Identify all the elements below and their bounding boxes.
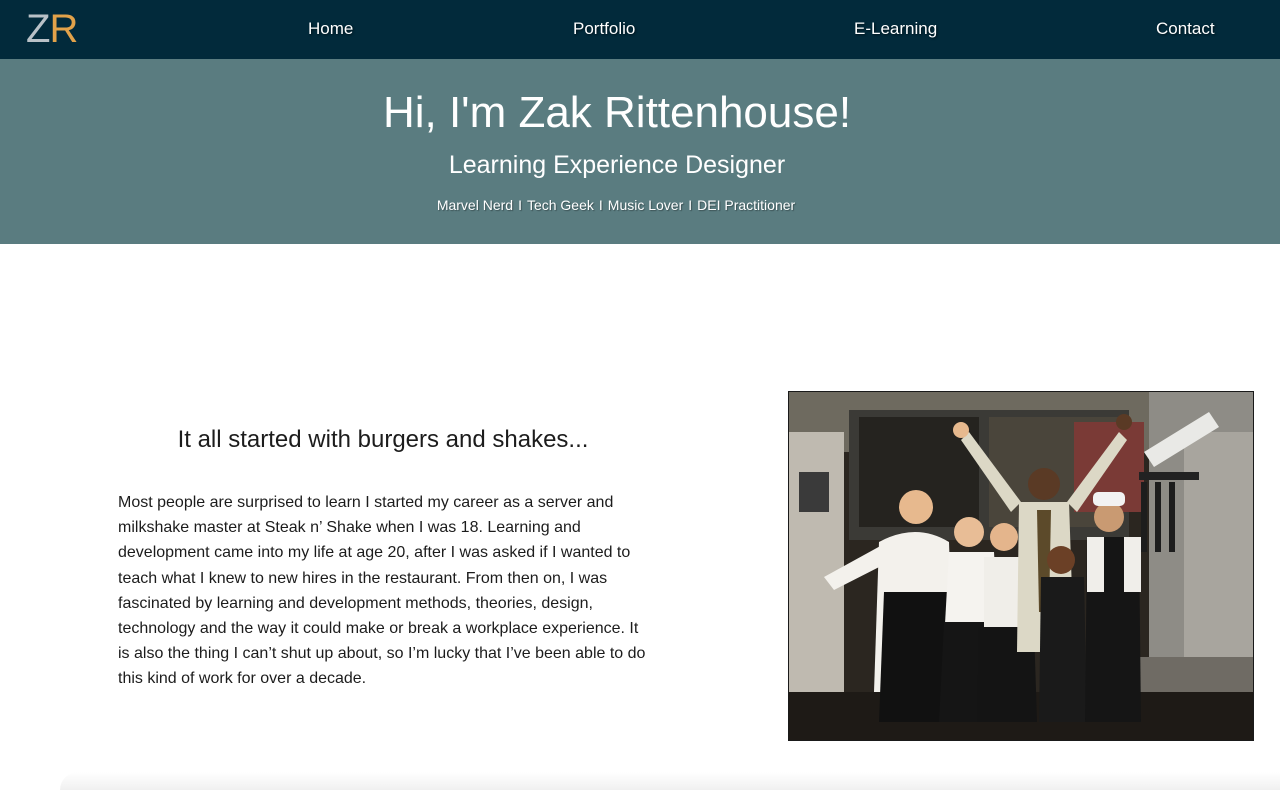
- story-heading: It all started with burgers and shakes..…: [177, 426, 589, 453]
- tag-tech-geek: Tech Geek: [526, 197, 594, 213]
- hero-subtitle: Learning Experience Designer: [448, 151, 786, 179]
- nav-link-elearning[interactable]: E-Learning: [854, 0, 937, 59]
- logo-letter-r: R: [49, 7, 78, 51]
- hero-banner: Hi, I'm Zak Rittenhouse! Learning Experi…: [0, 59, 1280, 244]
- tag-separator: I: [688, 197, 693, 213]
- top-navbar: ZR Home Portfolio E-Learning Contact: [0, 0, 1280, 59]
- tag-music-lover: Music Lover: [607, 197, 684, 213]
- logo-letter-z: Z: [26, 7, 50, 51]
- team-photo: [788, 391, 1254, 741]
- tag-separator: I: [598, 197, 603, 213]
- site-logo[interactable]: ZR: [26, 7, 78, 51]
- hero-tagline: Marvel Nerd I Tech Geek I Music Lover I DEI Pr…: [0, 196, 1232, 214]
- nav-link-contact[interactable]: Contact: [1156, 0, 1215, 59]
- hero-title: Hi, I'm Zak Rittenhouse!: [382, 88, 852, 137]
- team-photo-image: [789, 392, 1253, 740]
- footer-divider: [60, 772, 1280, 790]
- story-paragraph: Most people are surprised to learn I sta…: [118, 494, 646, 688]
- tag-separator: I: [518, 197, 522, 213]
- tag-marvel-nerd: Marvel Nerd: [436, 197, 514, 213]
- nav-link-portfolio[interactable]: Portfolio: [573, 0, 635, 59]
- tag-dei-practitioner: DEI Practitioner: [697, 197, 796, 213]
- nav-link-home[interactable]: Home: [308, 0, 353, 59]
